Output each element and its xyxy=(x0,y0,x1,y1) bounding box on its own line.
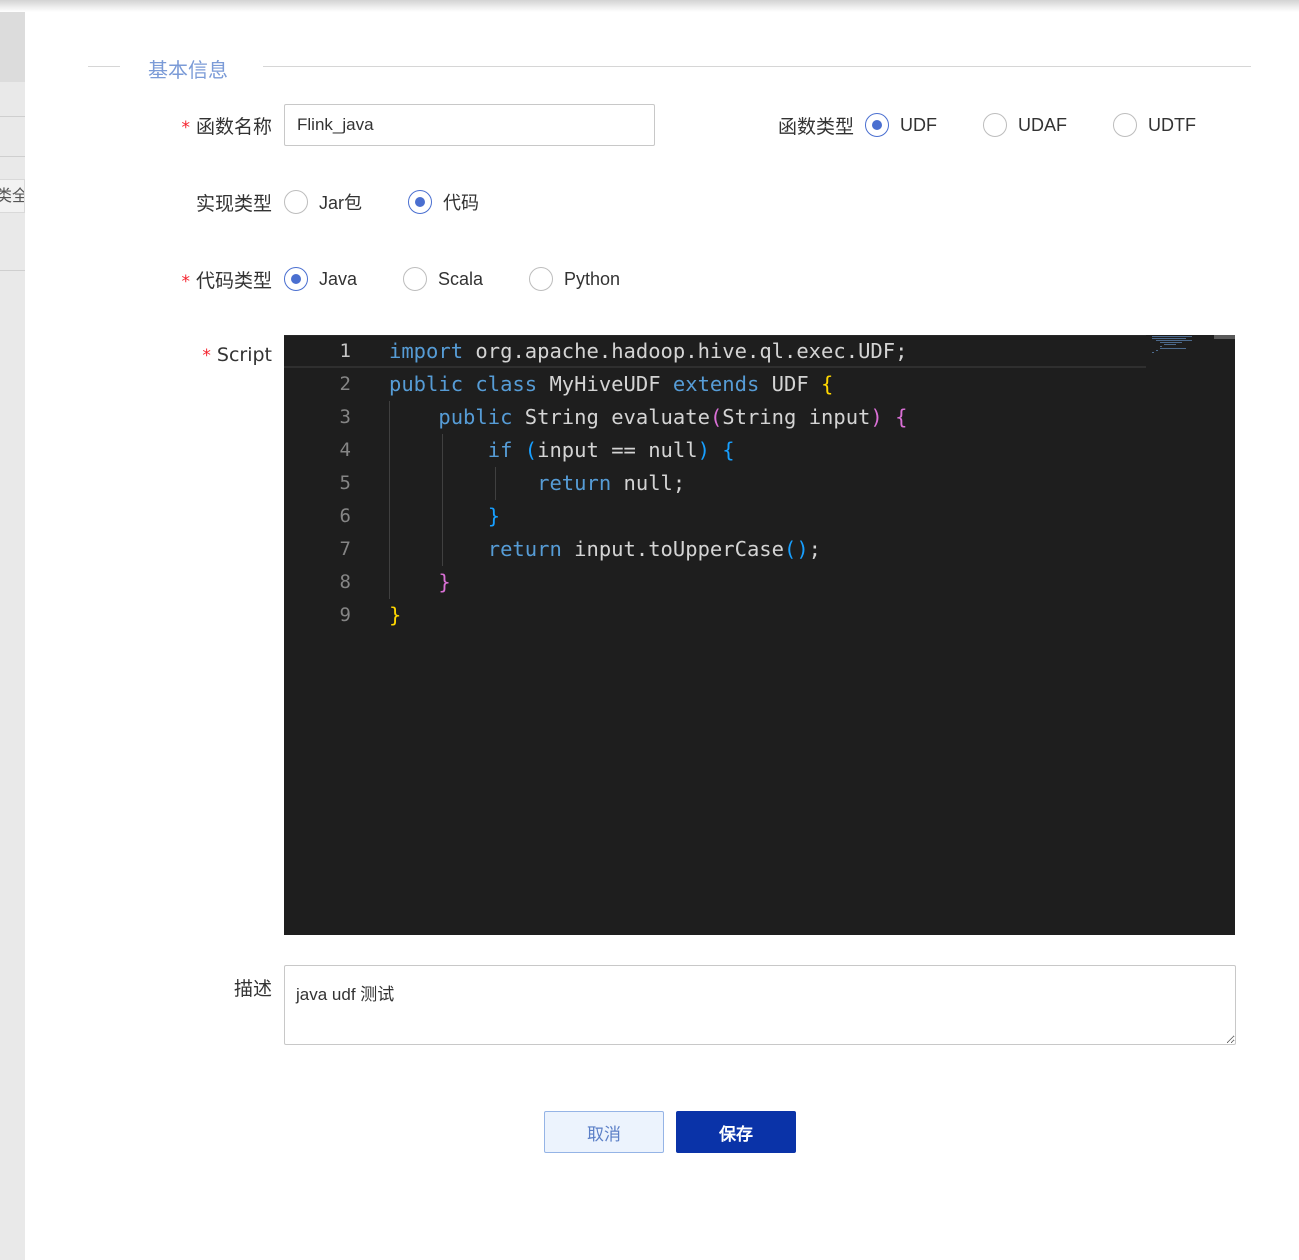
radio-circle[interactable] xyxy=(529,267,553,291)
code-type-radio-python[interactable]: Python xyxy=(529,266,620,292)
required-mark: * xyxy=(202,346,211,366)
function-type-radio-udaf[interactable]: UDAF xyxy=(983,112,1067,138)
description-textarea[interactable]: java udf 测试 xyxy=(284,965,1236,1045)
function-name-label-text: 函数名称 xyxy=(195,116,272,138)
section-header-basic-info: 基本信息 xyxy=(88,52,1251,82)
line-number-gutter: 1 2 3 4 5 6 7 8 9 xyxy=(284,335,374,935)
required-mark: * xyxy=(181,118,190,138)
line-number: 6 xyxy=(339,505,351,527)
code-line[interactable]: } xyxy=(389,500,500,533)
radio-circle[interactable] xyxy=(1113,113,1137,137)
line-number: 4 xyxy=(339,439,351,461)
impl-type-label: 实现类型 xyxy=(195,193,272,215)
background-divider xyxy=(0,116,25,117)
script-label-text: Script xyxy=(216,344,272,366)
line-number: 5 xyxy=(339,472,351,494)
function-type-radio-udf[interactable]: UDF xyxy=(865,112,937,138)
line-number: 3 xyxy=(339,406,351,428)
section-divider-right xyxy=(263,66,1251,67)
code-line[interactable]: if (input == null) { xyxy=(389,434,735,467)
background-divider xyxy=(0,156,25,157)
code-line[interactable]: return null; xyxy=(389,467,685,500)
cancel-button[interactable]: 取消 xyxy=(544,1111,664,1153)
background-header xyxy=(0,12,25,82)
code-editor[interactable]: 1 2 3 4 5 6 7 8 9 import org.apache.hado… xyxy=(284,335,1235,935)
code-type-label: * 代码类型 xyxy=(112,266,272,293)
radio-label: UDF xyxy=(900,114,937,135)
editor-minimap[interactable] xyxy=(1150,335,1210,355)
background-tab: 类全 xyxy=(0,179,25,213)
line-number: 8 xyxy=(339,571,351,593)
code-line[interactable]: } xyxy=(389,566,450,599)
code-line[interactable]: return input.toUpperCase(); xyxy=(389,533,821,566)
line-number: 2 xyxy=(339,373,351,395)
code-type-radio-scala[interactable]: Scala xyxy=(403,266,483,292)
required-mark: * xyxy=(181,272,190,292)
radio-circle[interactable] xyxy=(284,190,308,214)
function-type-radio-udtf[interactable]: UDTF xyxy=(1113,112,1196,138)
radio-circle[interactable] xyxy=(408,190,432,214)
editor-scrollbar[interactable] xyxy=(1214,335,1235,339)
background-page: 类全 xyxy=(0,0,25,1260)
radio-label: Scala xyxy=(438,268,484,289)
radio-circle[interactable] xyxy=(865,113,889,137)
radio-label: Jar包 xyxy=(319,193,363,213)
script-label: * Script xyxy=(112,344,272,366)
code-type-radio-java[interactable]: Java xyxy=(284,266,357,292)
radio-label: Java xyxy=(319,268,358,289)
impl-type-radio-code[interactable]: 代码 xyxy=(408,189,479,215)
background-divider xyxy=(0,270,25,271)
code-type-label-text: 代码类型 xyxy=(195,270,272,292)
radio-circle[interactable] xyxy=(983,113,1007,137)
function-name-input[interactable] xyxy=(284,104,655,146)
code-line[interactable]: public class MyHiveUDF extends UDF { xyxy=(389,368,833,401)
function-type-label: 函数类型 xyxy=(777,116,854,138)
code-line[interactable]: } xyxy=(389,599,401,632)
radio-label: UDAF xyxy=(1018,114,1067,135)
code-line[interactable]: public String evaluate(String input) { xyxy=(389,401,907,434)
save-button[interactable]: 保存 xyxy=(676,1111,796,1153)
radio-label: Python xyxy=(564,268,621,289)
radio-label: 代码 xyxy=(443,193,479,213)
line-number: 9 xyxy=(339,604,351,626)
radio-circle[interactable] xyxy=(284,267,308,291)
line-number: 7 xyxy=(339,538,351,560)
description-label: 描述 xyxy=(233,978,272,1000)
radio-circle[interactable] xyxy=(403,267,427,291)
function-name-label: * 函数名称 xyxy=(112,112,272,139)
radio-label: UDTF xyxy=(1148,114,1196,135)
code-line[interactable]: import org.apache.hadoop.hive.ql.exec.UD… xyxy=(389,335,907,368)
top-shadow xyxy=(0,0,1299,12)
section-divider-left xyxy=(88,66,120,67)
line-number: 1 xyxy=(339,340,351,362)
section-title: 基本信息 xyxy=(148,58,228,82)
impl-type-radio-jar[interactable]: Jar包 xyxy=(284,189,362,215)
